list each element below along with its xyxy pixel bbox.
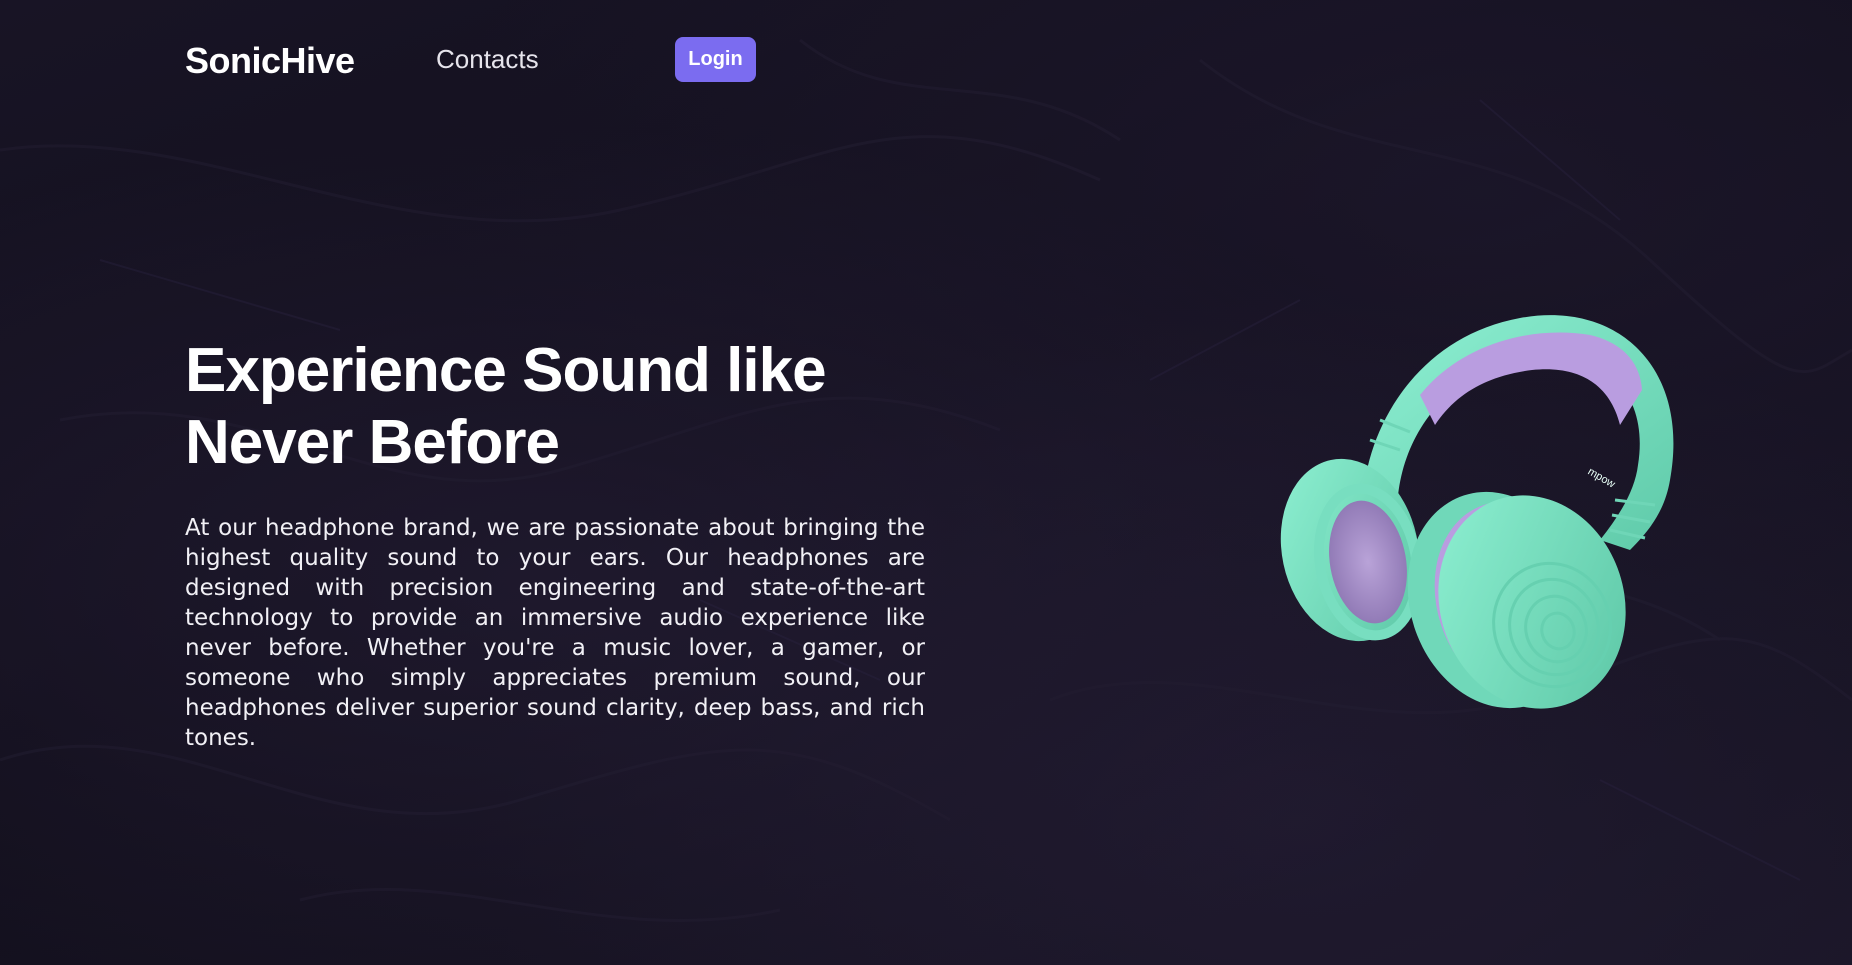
hero-title-line-2: Never Before	[185, 408, 560, 477]
headphones-brand-mark: mpow	[1586, 466, 1617, 491]
nav-link-contacts[interactable]: Contacts	[436, 44, 539, 75]
hero-title-line-1: Experience Sound like	[185, 336, 827, 405]
headphones-image: mpow	[1280, 315, 1674, 709]
brand-logo[interactable]: SonicHive	[185, 40, 355, 82]
top-navigation: SonicHive Contacts Login	[185, 30, 1685, 90]
hero-description: At our headphone brand, we are passionat…	[185, 515, 925, 751]
hero-title: Experience Sound like Never Before	[185, 335, 945, 479]
login-button[interactable]: Login	[675, 37, 756, 82]
